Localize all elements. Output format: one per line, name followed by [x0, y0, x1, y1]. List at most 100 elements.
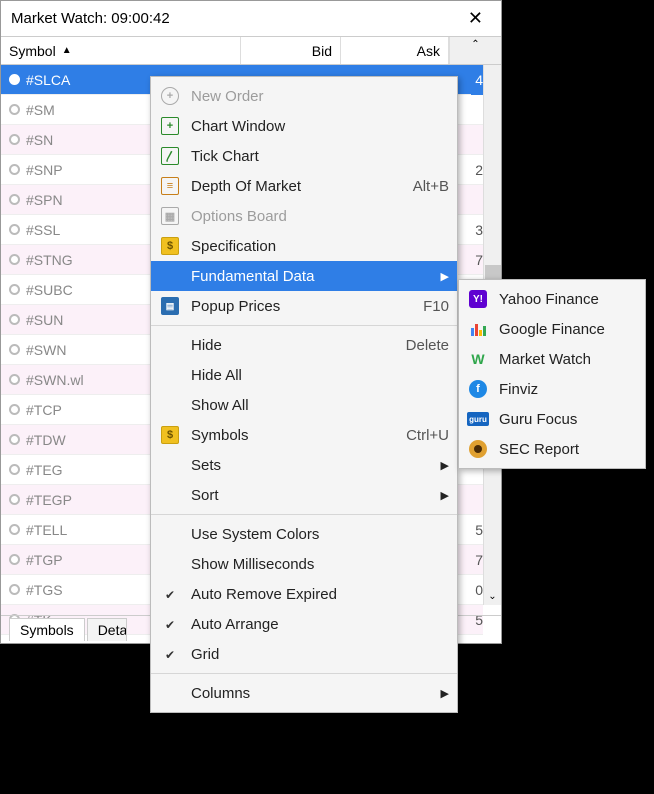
menu-sets[interactable]: Sets ▶	[151, 450, 457, 480]
menu-separator	[151, 325, 457, 326]
symbol-label: #TGP	[26, 552, 63, 568]
menu-shortcut: Ctrl+U	[406, 427, 449, 444]
column-ask[interactable]: Ask	[341, 37, 449, 64]
menu-label: Popup Prices	[191, 298, 413, 315]
menu-columns[interactable]: Columns ▶	[151, 678, 457, 708]
menu-label: Auto Arrange	[191, 616, 449, 633]
submenu-label: Finviz	[499, 381, 538, 398]
status-dot-icon	[9, 224, 20, 235]
depth-icon: ≡	[161, 177, 179, 195]
menu-shortcut: Alt+B	[413, 178, 449, 195]
menu-depth-of-market[interactable]: ≡ Depth Of Market Alt+B	[151, 171, 457, 201]
status-dot-icon	[9, 374, 20, 385]
guru-icon: guru	[467, 412, 489, 426]
submenu-arrow-icon: ▶	[441, 459, 449, 472]
menu-show-all[interactable]: Show All	[151, 390, 457, 420]
ask-cell-partial: 7	[471, 245, 483, 275]
chevron-up-icon: ⌃	[471, 39, 479, 50]
symbol-label: #SWN.wl	[26, 372, 84, 388]
column-headers: Symbol ▲ Bid Ask ⌃	[1, 37, 501, 65]
symbol-label: #SSL	[26, 222, 60, 238]
status-dot-icon	[9, 344, 20, 355]
menu-sort[interactable]: Sort ▶	[151, 480, 457, 510]
symbol-label: #TGS	[26, 582, 63, 598]
menu-options-board[interactable]: ▦ Options Board	[151, 201, 457, 231]
check-icon	[165, 586, 175, 603]
status-dot-icon	[9, 284, 20, 295]
symbol-label: #SWN	[26, 342, 66, 358]
status-dot-icon	[9, 494, 20, 505]
menu-label: Show All	[191, 397, 449, 414]
menu-shortcut: F10	[423, 298, 449, 315]
yahoo-icon: Y!	[469, 290, 487, 308]
symbol-label: #SM	[26, 102, 55, 118]
submenu-label: Market Watch	[499, 351, 591, 368]
tab-details[interactable]: Details	[87, 618, 127, 641]
status-dot-icon	[9, 194, 20, 205]
menu-label: Sort	[191, 487, 435, 504]
tab-symbols[interactable]: Symbols	[9, 618, 85, 641]
menu-separator	[151, 514, 457, 515]
menu-auto-arrange[interactable]: Auto Arrange	[151, 609, 457, 639]
menu-new-order[interactable]: + New Order	[151, 81, 457, 111]
menu-fundamental-data[interactable]: Fundamental Data ▶	[151, 261, 457, 291]
column-ask-label: Ask	[417, 43, 440, 59]
chart-icon: +	[161, 117, 179, 135]
ask-cell-partial: 3	[471, 215, 483, 245]
menu-specification[interactable]: $ Specification	[151, 231, 457, 261]
menu-label: Fundamental Data	[191, 268, 435, 285]
menu-hide[interactable]: Hide Delete	[151, 330, 457, 360]
market-watch-icon: W	[471, 351, 484, 367]
scroll-down-button[interactable]: ⌄	[484, 587, 501, 605]
status-dot-icon	[9, 434, 20, 445]
column-symbol-label: Symbol	[9, 43, 56, 59]
menu-show-milliseconds[interactable]: Show Milliseconds	[151, 549, 457, 579]
menu-label: Show Milliseconds	[191, 556, 449, 573]
symbols-icon: $	[161, 426, 179, 444]
submenu-label: Guru Focus	[499, 411, 577, 428]
sec-icon	[469, 440, 487, 458]
menu-label: Hide	[191, 337, 396, 354]
status-dot-icon	[9, 524, 20, 535]
menu-popup-prices[interactable]: ▤ Popup Prices F10	[151, 291, 457, 321]
menu-grid[interactable]: Grid	[151, 639, 457, 669]
submenu-yahoo[interactable]: Y! Yahoo Finance	[459, 284, 645, 314]
menu-label: Depth Of Market	[191, 178, 403, 195]
symbol-label: #TCP	[26, 402, 62, 418]
menu-label: Sets	[191, 457, 435, 474]
submenu-guru[interactable]: guru Guru Focus	[459, 404, 645, 434]
column-bid[interactable]: Bid	[241, 37, 341, 64]
popup-icon: ▤	[161, 297, 179, 315]
menu-label: New Order	[191, 88, 449, 105]
window-title: Market Watch: 09:00:42	[11, 10, 170, 27]
ask-cell-partial: 4	[471, 65, 483, 95]
tick-chart-icon: 〳	[161, 147, 179, 165]
scroll-up-button[interactable]: ⌃	[449, 37, 501, 64]
chevron-down-icon: ⌄	[488, 591, 496, 602]
status-dot-icon	[9, 254, 20, 265]
menu-auto-remove-expired[interactable]: Auto Remove Expired	[151, 579, 457, 609]
status-dot-icon	[9, 74, 20, 85]
menu-symbols[interactable]: $ Symbols Ctrl+U	[151, 420, 457, 450]
submenu-google[interactable]: Google Finance	[459, 314, 645, 344]
column-symbol[interactable]: Symbol ▲	[1, 37, 241, 64]
menu-label: Chart Window	[191, 118, 449, 135]
status-dot-icon	[9, 104, 20, 115]
menu-chart-window[interactable]: + Chart Window	[151, 111, 457, 141]
submenu-market-watch[interactable]: W Market Watch	[459, 344, 645, 374]
symbol-label: #SNP	[26, 162, 63, 178]
symbol-label: #SLCA	[26, 72, 70, 88]
submenu-sec[interactable]: SEC Report	[459, 434, 645, 464]
menu-use-system-colors[interactable]: Use System Colors	[151, 519, 457, 549]
submenu-arrow-icon: ▶	[441, 489, 449, 502]
menu-tick-chart[interactable]: 〳 Tick Chart	[151, 141, 457, 171]
new-order-icon: +	[161, 87, 179, 105]
symbol-label: #SUN	[26, 312, 63, 328]
close-icon[interactable]: ✕	[460, 4, 491, 33]
ask-cell-partial: 5	[471, 515, 483, 545]
spec-icon: $	[161, 237, 179, 255]
fundamental-data-submenu: Y! Yahoo Finance Google Finance W Market…	[458, 279, 646, 469]
check-icon	[165, 616, 175, 633]
menu-hide-all[interactable]: Hide All	[151, 360, 457, 390]
submenu-finviz[interactable]: f Finviz	[459, 374, 645, 404]
